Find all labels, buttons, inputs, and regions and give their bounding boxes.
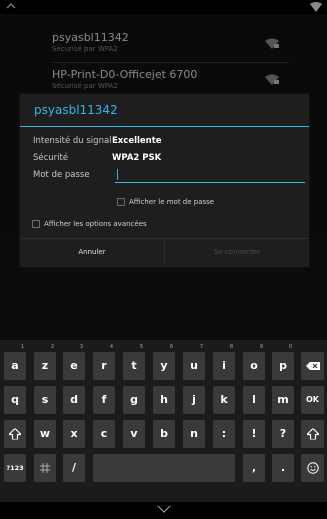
key-l[interactable]: l xyxy=(243,386,265,414)
key-f[interactable]: f xyxy=(93,386,115,414)
wifi-connect-dialog: psyasbl11342 Intensité du signal Excelle… xyxy=(20,94,309,267)
advanced-options-label: Afficher les options avancées xyxy=(44,220,147,228)
key-p[interactable]: p0 xyxy=(272,344,294,380)
wifi-lock-icon xyxy=(265,38,279,49)
network-security: Sécurisé par WPA2 xyxy=(52,82,118,90)
signal-strength-value: Excellente xyxy=(112,136,162,146)
key-t[interactable]: t5 xyxy=(123,344,145,380)
key-v[interactable]: v xyxy=(123,420,145,448)
divider xyxy=(52,62,289,63)
password-label: Mot de passe xyxy=(33,170,90,180)
shift-key-left[interactable] xyxy=(4,420,26,448)
key-u[interactable]: u7 xyxy=(183,344,205,380)
title-divider xyxy=(20,126,309,127)
key-j[interactable]: j xyxy=(183,386,205,414)
password-input[interactable] xyxy=(115,168,305,183)
status-bar xyxy=(0,0,327,14)
key-period[interactable]: . xyxy=(272,454,294,482)
wifi-status-icon xyxy=(310,2,322,12)
key-question[interactable]: ? xyxy=(272,420,294,448)
security-value: WPA2 PSK xyxy=(112,153,162,163)
shift-icon xyxy=(9,428,21,440)
navigation-bar xyxy=(0,502,327,519)
backspace-icon xyxy=(305,362,320,370)
network-ssid: HP-Print-D0-Officejet 6700 xyxy=(52,68,198,81)
ok-key[interactable]: OK xyxy=(301,386,324,414)
security-label: Sécurité xyxy=(33,153,69,163)
key-m[interactable]: m xyxy=(272,386,294,414)
key-n[interactable]: n xyxy=(183,420,205,448)
smiley-icon xyxy=(306,462,319,474)
key-g[interactable]: g xyxy=(123,386,145,414)
key-q[interactable]: q xyxy=(4,386,26,414)
hide-keyboard-icon[interactable] xyxy=(157,505,171,513)
input-underline xyxy=(115,182,305,183)
spacebar[interactable] xyxy=(93,454,235,482)
signal-strength-label: Intensité du signal xyxy=(33,136,112,146)
key-s[interactable]: s xyxy=(34,386,56,414)
shift-icon xyxy=(306,428,319,440)
wifi-lock-icon xyxy=(265,74,279,85)
network-ssid: psyasbl11342 xyxy=(52,31,129,44)
cancel-button[interactable]: Annuler xyxy=(20,239,164,266)
key-e[interactable]: e3 xyxy=(63,344,85,380)
text-cursor xyxy=(117,169,118,180)
key-a[interactable]: a1 xyxy=(4,344,26,380)
network-security: Sécurisé par WPA2 xyxy=(52,45,118,53)
key-z[interactable]: z2 xyxy=(34,344,56,380)
dialog-title: psyasbl11342 xyxy=(34,103,118,117)
key-r[interactable]: r4 xyxy=(93,344,115,380)
settings-key[interactable] xyxy=(34,454,56,482)
keyboard: a1 z2 e3 r4 t5 y6 u7 i8 o9 p0 q s d f g … xyxy=(0,340,327,502)
key-k[interactable]: k xyxy=(213,386,235,414)
wifi-network-item[interactable]: psyasbl11342 Sécurisé par WPA2 xyxy=(52,31,292,53)
show-password-label: Afficher le mot de passe xyxy=(129,198,215,206)
advanced-options-checkbox[interactable] xyxy=(32,220,40,228)
symbols-key[interactable]: ?123 xyxy=(4,454,26,482)
key-c[interactable]: c xyxy=(93,420,115,448)
key-colon[interactable]: : xyxy=(213,420,235,448)
key-h[interactable]: h xyxy=(153,386,175,414)
backspace-key[interactable] xyxy=(301,352,324,380)
key-y[interactable]: y6 xyxy=(153,344,175,380)
shift-key-right[interactable] xyxy=(301,420,324,448)
key-w[interactable]: w xyxy=(34,420,56,448)
key-d[interactable]: d xyxy=(63,386,85,414)
key-slash[interactable]: / xyxy=(63,454,85,482)
wifi-network-item[interactable]: HP-Print-D0-Officejet 6700 Sécurisé par … xyxy=(52,68,292,90)
key-comma[interactable]: , xyxy=(243,454,265,482)
key-o[interactable]: o9 xyxy=(243,344,265,380)
connect-button[interactable]: Se connecter xyxy=(165,239,309,266)
show-password-checkbox[interactable] xyxy=(117,198,125,206)
key-b[interactable]: b xyxy=(153,420,175,448)
key-i[interactable]: i8 xyxy=(213,344,235,380)
notification-icon xyxy=(6,3,16,9)
key-exclamation[interactable]: ! xyxy=(243,420,265,448)
keyboard-settings-icon xyxy=(40,463,50,473)
emoji-key[interactable] xyxy=(301,454,324,482)
key-x[interactable]: x xyxy=(63,420,85,448)
